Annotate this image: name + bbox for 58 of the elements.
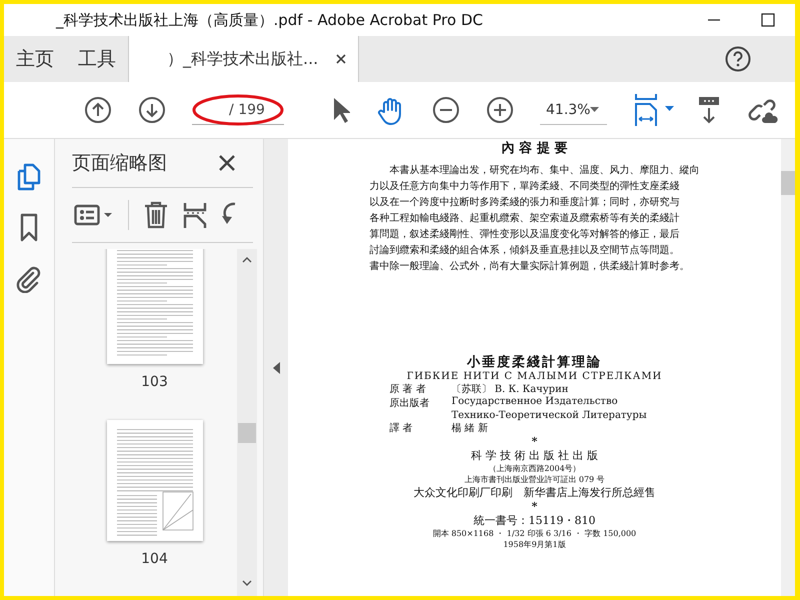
close-icon[interactable] bbox=[219, 155, 235, 171]
scroll-up-icon[interactable] bbox=[242, 257, 252, 263]
summary-line: 力以及任意方向集中力等作用下，單跨柔綫、不同类型的彈性支座柔綫 bbox=[370, 180, 680, 194]
summary-line: 以及在一个跨度中拉断时多跨柔綫的張力和垂度計算；同时，亦研究与 bbox=[370, 196, 680, 210]
zoom-in-icon[interactable] bbox=[486, 96, 514, 124]
zoom-out-icon[interactable] bbox=[432, 96, 460, 124]
credit-value: 〔苏联〕 В. К. Качурин bbox=[452, 382, 568, 396]
options-menu-icon[interactable] bbox=[74, 204, 114, 226]
imprint-line: 統一書号：15119・810 bbox=[474, 513, 596, 528]
book-subtitle: ГИБКИЕ НИТИ С МАЛЫМИ СТРЕЛКАМИ bbox=[406, 371, 662, 382]
summary-line: 討論到纜索和柔綫的組合体系，傾斜及垂直悬挂以及空間节点等問題。 bbox=[370, 244, 680, 258]
book-title: 小垂度柔綫計算理論 bbox=[467, 354, 602, 371]
tab[interactable]: ）_科学技术出版社... bbox=[128, 36, 360, 82]
collapse-panel-icon[interactable] bbox=[272, 362, 280, 374]
summary-line: 本書从基本理論出发，研究在均布、集中、温度、风力、摩阻力、縱向 bbox=[388, 164, 700, 178]
credit-label: 原 著 者 bbox=[390, 382, 427, 396]
imprint-line: 上海市書刊出版业營业許可証出 079 号 bbox=[464, 474, 605, 485]
credit-value: Государственное Издательство bbox=[452, 396, 618, 409]
scrollbar-thumb[interactable] bbox=[781, 171, 795, 195]
page-number-label: 103 bbox=[141, 374, 168, 390]
paperclip-icon[interactable] bbox=[15, 265, 43, 293]
scroll-mode-icon[interactable] bbox=[697, 95, 722, 125]
panel-title: 页面缩略图 bbox=[72, 151, 167, 176]
page-number-field[interactable]: / 199 bbox=[192, 96, 284, 124]
imprint-line: 大众文化印刷厂印刷 新华書店上海发行所总經售 bbox=[414, 485, 656, 500]
zoom-dropdown[interactable]: 41.3% bbox=[540, 96, 608, 124]
bookmark-icon[interactable] bbox=[19, 213, 39, 243]
help-icon[interactable] bbox=[725, 46, 751, 72]
window-title: _科学技术出版社上海（高质量）.pdf - Adobe Acrobat Pro DC bbox=[56, 10, 484, 30]
imprint-line: 科 学 技 術 出 版 社 出 版 bbox=[471, 448, 598, 463]
imprint-line: （上海南京西路2004号） bbox=[488, 463, 581, 474]
maximize-icon[interactable] bbox=[761, 13, 775, 27]
credit-label: 原出版者 bbox=[390, 396, 430, 410]
document-heading: 內 容 提 要 bbox=[502, 140, 568, 157]
next-page-icon[interactable] bbox=[138, 96, 166, 124]
separator-mark: * bbox=[532, 435, 538, 448]
summary-line: 各种工程如輸电綫路、起重机纜索、架空索道及纜索桥等有关的柔綫計 bbox=[370, 212, 680, 226]
imprint-line: 1958年9月第1版 bbox=[503, 539, 566, 550]
caret-icon bbox=[590, 107, 600, 112]
imprint-line: 開本 850×1168 ・ 1/32 印張 6 3/16 ・ 字数 150,000 bbox=[432, 528, 636, 539]
previous-page-icon[interactable] bbox=[84, 96, 112, 124]
scrollbar-thumb[interactable] bbox=[238, 423, 256, 443]
trash-icon[interactable] bbox=[143, 201, 169, 229]
page-thumbnails-icon[interactable] bbox=[16, 163, 42, 191]
page-thumbnail[interactable] bbox=[106, 420, 202, 541]
tab[interactable]: 主页 bbox=[4, 36, 66, 82]
credit-label: 譯 者 bbox=[390, 422, 414, 435]
insert-page-icon[interactable] bbox=[183, 201, 207, 229]
close-icon[interactable] bbox=[336, 54, 346, 64]
separator-mark: * bbox=[532, 500, 538, 513]
page-thumbnail[interactable] bbox=[106, 249, 202, 364]
scroll-down-icon[interactable] bbox=[242, 580, 252, 586]
summary-line: 書中除一般理論、公式外，尚有大量实际計算例題，供柔綫計算时参考。 bbox=[370, 260, 690, 274]
credit-value: 楊 緒 新 bbox=[452, 422, 488, 435]
summary-line: 算問題，叙述柔綫剛性、彈性变形以及温度变化等对解答的修正，最后 bbox=[370, 228, 680, 242]
credit-value: Технико-Теоретической Литературы bbox=[452, 410, 647, 421]
tab[interactable]: 工具 bbox=[66, 36, 128, 82]
page-number-label: 104 bbox=[141, 551, 168, 567]
